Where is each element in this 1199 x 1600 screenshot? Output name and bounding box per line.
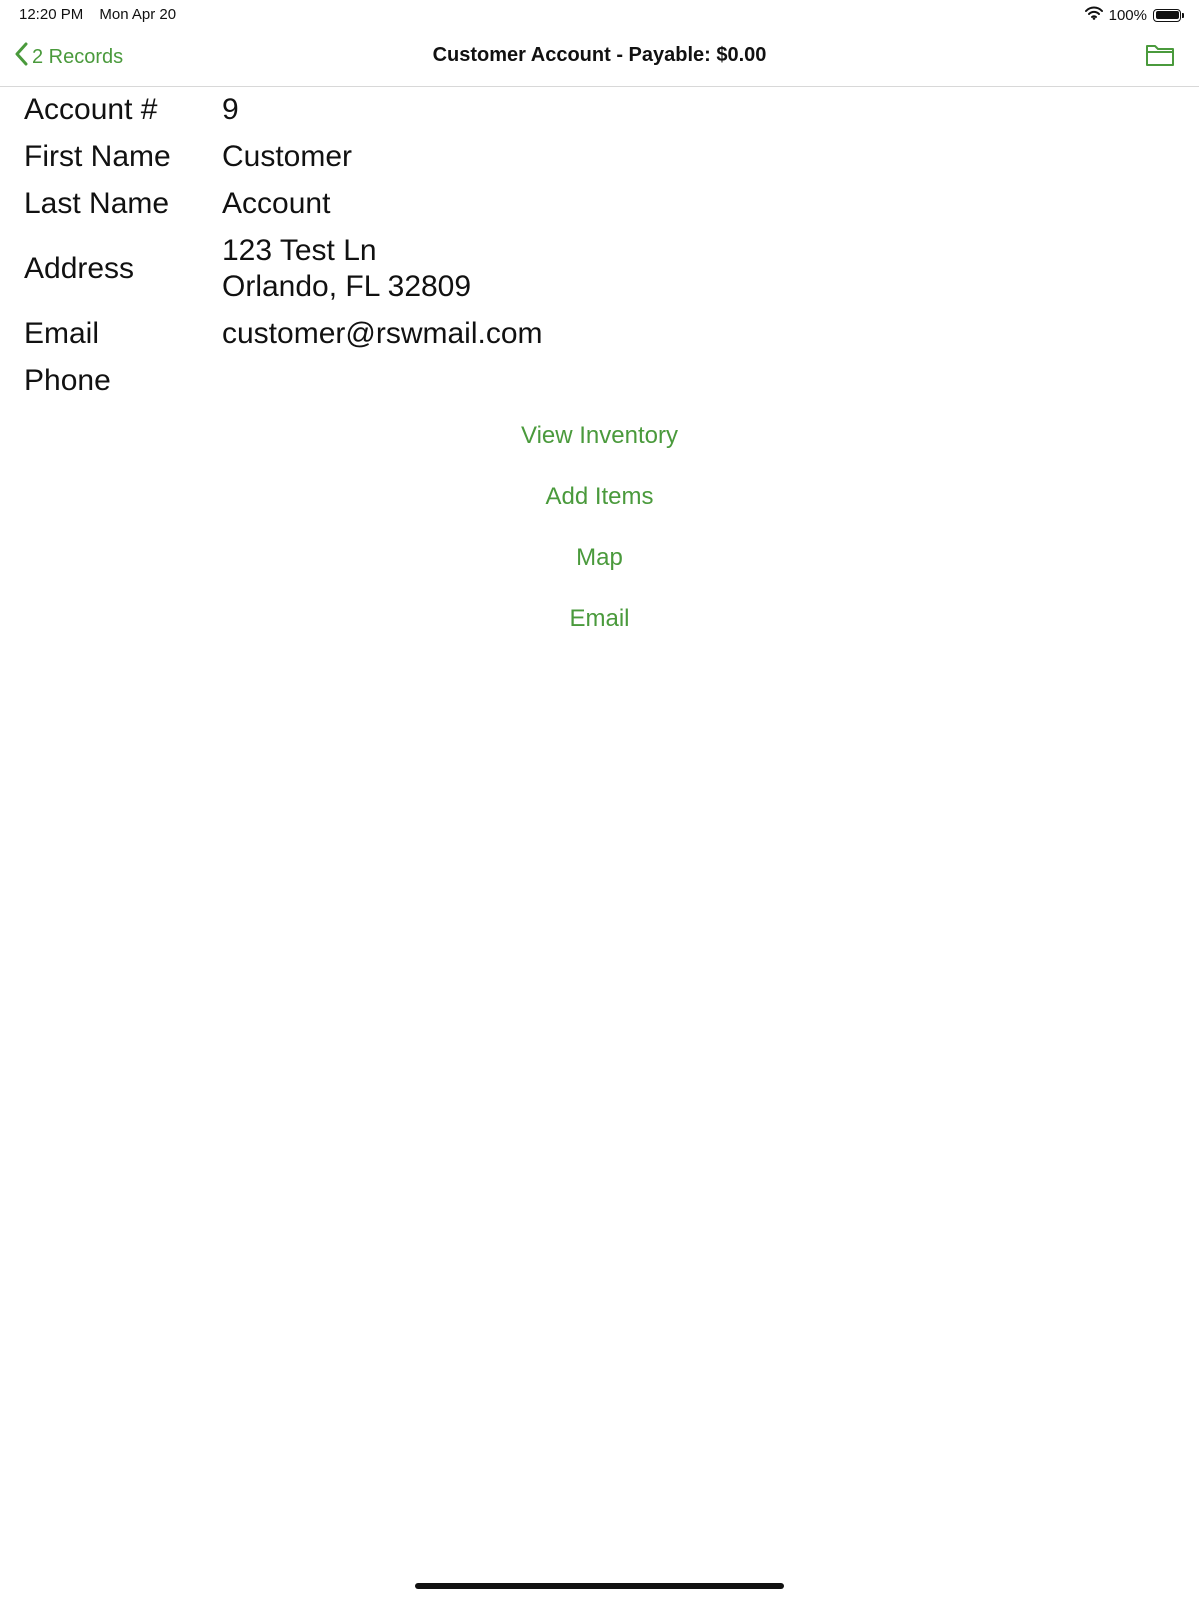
first-name-label: First Name (24, 140, 171, 173)
navigation-bar: 2 Records Customer Account - Payable: $0… (0, 28, 1199, 87)
status-left: 12:20 PM Mon Apr 20 (19, 6, 176, 23)
first-name-row: First Name Customer (24, 139, 1174, 175)
email-row: Email customer@rswmail.com (24, 316, 1174, 352)
battery-percent: 100% (1108, 6, 1147, 24)
map-button[interactable]: Map (576, 540, 623, 601)
address-value: 123 Test Ln Orlando, FL 32809 (222, 233, 1174, 305)
account-details: Account # 9 First Name Customer Last Nam… (24, 92, 1174, 399)
wifi-icon (1084, 6, 1103, 24)
view-inventory-button[interactable]: View Inventory (521, 418, 678, 479)
email-value: customer@rswmail.com (222, 317, 543, 350)
status-bar: 12:20 PM Mon Apr 20 100% (0, 0, 1199, 28)
add-items-button[interactable]: Add Items (545, 479, 653, 540)
email-button[interactable]: Email (569, 601, 629, 662)
account-number-label: Account # (24, 93, 158, 126)
battery-fill (1155, 11, 1179, 19)
first-name-value: Customer (222, 140, 353, 173)
address-row: Address 123 Test Ln Orlando, FL 32809 (24, 233, 1174, 305)
battery-icon (1153, 8, 1184, 22)
email-label: Email (24, 317, 100, 350)
last-name-label: Last Name (24, 187, 170, 220)
home-indicator[interactable] (415, 1583, 784, 1589)
last-name-value: Account (222, 187, 331, 220)
folder-icon (1145, 45, 1175, 72)
status-date: Mon Apr 20 (99, 6, 177, 23)
account-number-row: Account # 9 (24, 92, 1174, 128)
last-name-row: Last Name Account (24, 186, 1174, 222)
address-line-2: Orlando, FL 32809 (222, 270, 472, 303)
page-title: Customer Account - Payable: $0.00 (432, 44, 767, 66)
status-time: 12:20 PM (19, 6, 84, 23)
address-line-1: 123 Test Ln (222, 234, 377, 267)
status-right: 100% (1084, 6, 1184, 24)
account-number-value: 9 (222, 93, 239, 126)
action-links: View Inventory Add Items Map Email (0, 418, 1199, 662)
folder-button[interactable] (1145, 42, 1175, 73)
phone-row: Phone (24, 363, 1174, 399)
phone-label: Phone (24, 364, 111, 397)
address-label: Address (24, 252, 135, 285)
